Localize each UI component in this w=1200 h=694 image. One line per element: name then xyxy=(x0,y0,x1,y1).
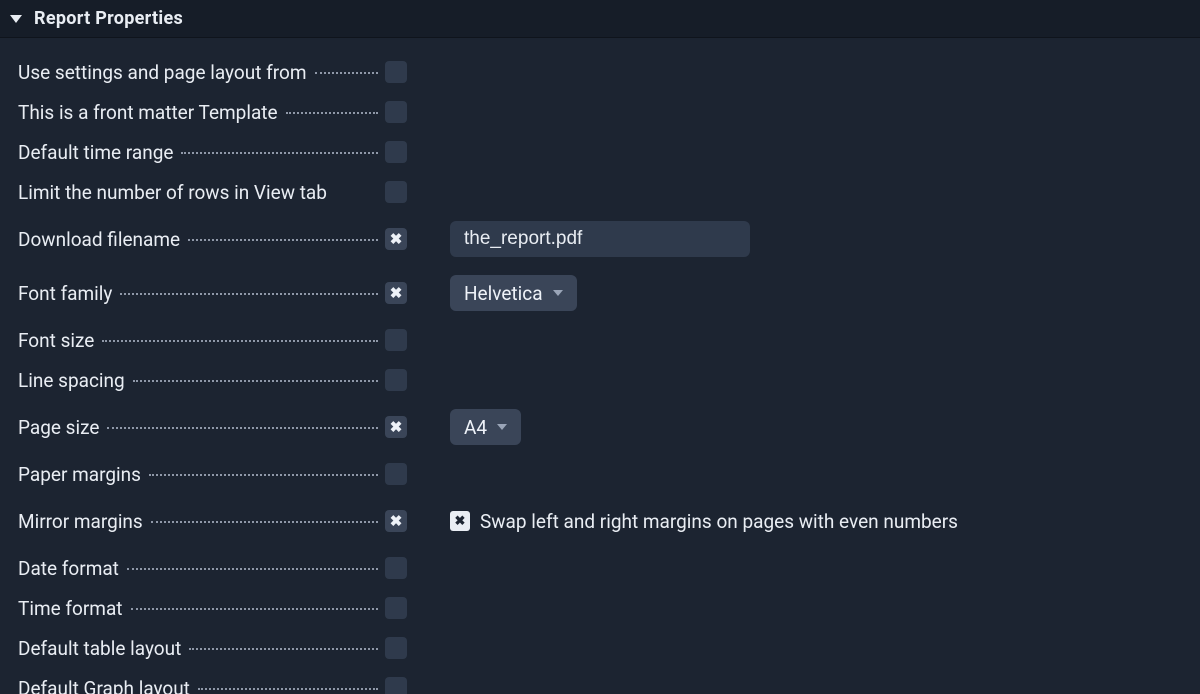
clear-icon: ✖ xyxy=(390,514,403,529)
clear-icon: ✖ xyxy=(390,420,403,435)
property-label: Date format xyxy=(18,557,125,580)
collapse-triangle-icon[interactable] xyxy=(10,15,22,23)
dotted-leader xyxy=(131,608,379,610)
property-label: Font family xyxy=(18,282,118,305)
override-indicator[interactable] xyxy=(385,101,407,123)
row-font-size: Font size xyxy=(0,320,1200,360)
row-download-filename: Download filename ✖ xyxy=(0,212,1200,266)
property-label: Line spacing xyxy=(18,369,131,392)
override-indicator[interactable] xyxy=(385,597,407,619)
dotted-leader xyxy=(120,293,378,295)
property-label: Default time range xyxy=(18,141,179,164)
row-limit-rows: Limit the number of rows in View tab xyxy=(0,172,1200,212)
chevron-down-icon xyxy=(497,424,507,430)
row-time-format: Time format xyxy=(0,588,1200,628)
dotted-leader xyxy=(102,340,378,342)
override-indicator-active[interactable]: ✖ xyxy=(385,510,407,532)
override-indicator-active[interactable]: ✖ xyxy=(385,416,407,438)
mirror-margins-checkbox[interactable]: ✖ xyxy=(450,511,470,531)
property-label: This is a front matter Template xyxy=(18,101,284,124)
row-default-time-range: Default time range xyxy=(0,132,1200,172)
panel-title: Report Properties xyxy=(34,8,183,29)
download-filename-input[interactable] xyxy=(450,221,750,257)
property-label: Font size xyxy=(18,329,100,352)
panel-header[interactable]: Report Properties xyxy=(0,0,1200,38)
report-properties-panel: Report Properties Use settings and page … xyxy=(0,0,1200,694)
property-label: Time format xyxy=(18,597,129,620)
row-paper-margins: Paper margins xyxy=(0,454,1200,494)
dotted-leader xyxy=(133,380,378,382)
override-indicator[interactable] xyxy=(385,329,407,351)
override-indicator[interactable] xyxy=(385,61,407,83)
dotted-leader xyxy=(127,568,378,570)
row-use-settings: Use settings and page layout from xyxy=(0,52,1200,92)
property-label: Page size xyxy=(18,416,105,439)
dotted-leader xyxy=(188,239,378,241)
override-indicator-active[interactable]: ✖ xyxy=(385,282,407,304)
dotted-leader xyxy=(315,72,378,74)
dotted-leader xyxy=(181,152,378,154)
override-indicator[interactable] xyxy=(385,181,407,203)
clear-icon: ✖ xyxy=(390,286,403,301)
override-indicator[interactable] xyxy=(385,463,407,485)
property-label: Default table layout xyxy=(18,637,187,660)
dotted-leader xyxy=(198,688,378,690)
row-line-spacing: Line spacing xyxy=(0,360,1200,400)
row-date-format: Date format xyxy=(0,548,1200,588)
row-front-matter: This is a front matter Template xyxy=(0,92,1200,132)
panel-body: Use settings and page layout from This i… xyxy=(0,38,1200,694)
dotted-leader xyxy=(151,521,378,523)
row-default-graph-layout: Default Graph layout xyxy=(0,668,1200,694)
override-indicator[interactable] xyxy=(385,141,407,163)
dotted-leader xyxy=(189,648,378,650)
property-label: Paper margins xyxy=(18,463,147,486)
label-cell: Use settings and page layout from xyxy=(18,61,378,84)
dotted-leader xyxy=(149,474,378,476)
row-page-size: Page size ✖ A4 xyxy=(0,400,1200,454)
override-indicator-active[interactable]: ✖ xyxy=(385,228,407,250)
property-label: Download filename xyxy=(18,228,186,251)
override-indicator[interactable] xyxy=(385,557,407,579)
page-size-select[interactable]: A4 xyxy=(450,409,521,445)
font-family-select[interactable]: Helvetica xyxy=(450,275,577,311)
property-label: Limit the number of rows in View tab xyxy=(18,181,333,204)
select-value: Helvetica xyxy=(464,282,543,305)
chevron-down-icon xyxy=(553,290,563,296)
dotted-leader xyxy=(107,427,378,429)
override-indicator[interactable] xyxy=(385,637,407,659)
property-label: Default Graph layout xyxy=(18,677,196,694)
row-mirror-margins: Mirror margins ✖ ✖ Swap left and right m… xyxy=(0,494,1200,548)
select-value: A4 xyxy=(464,416,487,439)
mirror-margins-checkbox-label: Swap left and right margins on pages wit… xyxy=(480,510,958,533)
row-default-table-layout: Default table layout xyxy=(0,628,1200,668)
property-label: Use settings and page layout from xyxy=(18,61,313,84)
dotted-leader xyxy=(286,112,378,114)
clear-icon: ✖ xyxy=(390,232,403,247)
row-font-family: Font family ✖ Helvetica xyxy=(0,266,1200,320)
override-indicator[interactable] xyxy=(385,369,407,391)
override-indicator[interactable] xyxy=(385,677,407,694)
property-label: Mirror margins xyxy=(18,510,149,533)
